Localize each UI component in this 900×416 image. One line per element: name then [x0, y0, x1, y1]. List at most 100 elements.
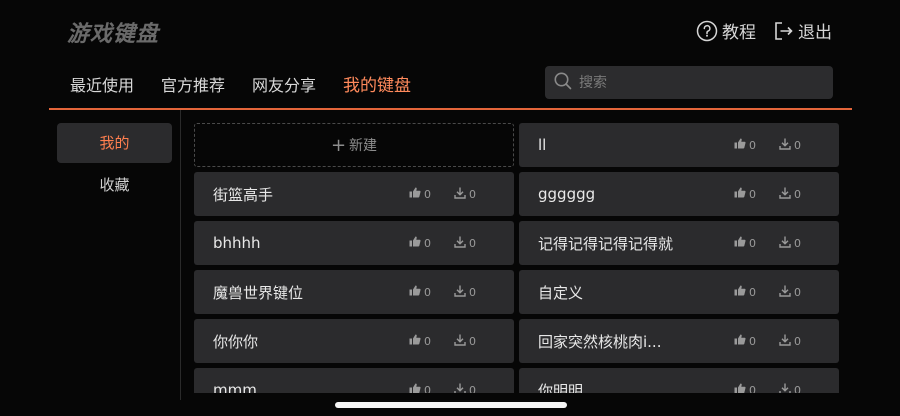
like-stat[interactable]: 0 — [734, 236, 756, 250]
keyboard-name: gggggg — [538, 185, 596, 203]
like-stat[interactable]: 0 — [734, 334, 756, 348]
like-count: 0 — [749, 334, 756, 348]
like-count: 0 — [424, 285, 431, 299]
like-count: 0 — [424, 236, 431, 250]
search-box — [545, 66, 833, 99]
download-count: 0 — [469, 334, 476, 348]
download-count: 0 — [794, 138, 801, 152]
help-circle-icon — [696, 20, 718, 42]
keyboard-name: bhhhh — [213, 234, 261, 252]
thumbs-up-icon — [734, 383, 746, 393]
home-indicator — [335, 402, 567, 408]
tutorial-button[interactable]: 教程 — [696, 18, 756, 43]
keyboard-card[interactable]: 记得记得记得记得就 0 0 — [519, 221, 839, 265]
thumbs-up-icon — [409, 383, 421, 393]
like-count: 0 — [749, 187, 756, 201]
download-stat[interactable]: 0 — [779, 236, 801, 251]
download-icon — [779, 285, 791, 300]
new-keyboard-label: 新建 — [349, 138, 378, 154]
sidebar-divider — [180, 110, 181, 400]
header-divider — [49, 108, 852, 110]
logout-button[interactable]: 退出 — [772, 18, 832, 43]
like-count: 0 — [424, 187, 431, 201]
download-icon — [454, 187, 466, 202]
keyboard-card[interactable]: 自定义 0 0 — [519, 270, 839, 314]
app-logo-title: 游戏键盘 — [67, 22, 160, 47]
download-stat[interactable]: 0 — [779, 138, 801, 153]
like-stat[interactable]: 0 — [409, 236, 431, 250]
keyboard-name: 自定义 — [538, 283, 584, 302]
download-count: 0 — [469, 383, 476, 394]
download-stat[interactable]: 0 — [454, 236, 476, 251]
keyboard-card[interactable]: 回家突然核桃肉i... 0 0 — [519, 319, 839, 363]
like-stat[interactable]: 0 — [734, 383, 756, 393]
download-count: 0 — [469, 285, 476, 299]
download-icon — [779, 187, 791, 202]
download-icon — [779, 334, 791, 349]
tab-official[interactable]: 官方推荐 — [161, 72, 225, 96]
keyboard-card[interactable]: 魔兽世界键位 0 0 — [194, 270, 514, 314]
download-icon — [779, 138, 791, 153]
download-count: 0 — [794, 334, 801, 348]
tab-my-keyboards[interactable]: 我的键盘 — [343, 71, 411, 96]
thumbs-up-icon — [409, 236, 421, 250]
new-keyboard-button[interactable]: + 新建 — [194, 123, 514, 167]
thumbs-up-icon — [734, 285, 746, 299]
thumbs-up-icon — [409, 187, 421, 201]
like-count: 0 — [749, 236, 756, 250]
keyboard-card[interactable]: 你明明 0 0 — [519, 368, 839, 393]
like-stat[interactable]: 0 — [409, 383, 431, 393]
keyboard-card[interactable]: gggggg 0 0 — [519, 172, 839, 216]
like-count: 0 — [424, 334, 431, 348]
logout-icon — [772, 20, 794, 42]
sidebar-item-mine[interactable]: 我的 — [57, 123, 172, 163]
thumbs-up-icon — [734, 138, 746, 152]
download-count: 0 — [794, 383, 801, 394]
tab-recent[interactable]: 最近使用 — [70, 72, 134, 96]
download-stat[interactable]: 0 — [779, 187, 801, 202]
keyboard-name: ll — [538, 136, 547, 154]
download-count: 0 — [469, 187, 476, 201]
download-count: 0 — [794, 285, 801, 299]
tab-shared[interactable]: 网友分享 — [252, 72, 316, 96]
sidebar: 我的 收藏 — [57, 123, 172, 207]
keyboard-name: 魔兽世界键位 — [213, 283, 304, 302]
download-count: 0 — [469, 236, 476, 250]
keyboard-card[interactable]: 你你你 0 0 — [194, 319, 514, 363]
download-stat[interactable]: 0 — [454, 187, 476, 202]
like-stat[interactable]: 0 — [734, 187, 756, 201]
tutorial-label: 教程 — [722, 23, 756, 43]
download-stat[interactable]: 0 — [779, 383, 801, 394]
download-icon — [454, 383, 466, 393]
keyboard-card[interactable]: mmm 0 0 — [194, 368, 514, 393]
search-icon — [545, 71, 573, 95]
download-stat[interactable]: 0 — [779, 334, 801, 349]
download-icon — [454, 285, 466, 300]
download-stat[interactable]: 0 — [454, 334, 476, 349]
thumbs-up-icon — [734, 187, 746, 201]
download-stat[interactable]: 0 — [454, 383, 476, 394]
keyboard-card[interactable]: ll 0 0 — [519, 123, 839, 167]
header-actions: 教程 退出 — [696, 18, 832, 43]
thumbs-up-icon — [409, 334, 421, 348]
keyboard-name: 街篮高手 — [213, 185, 274, 204]
download-icon — [779, 236, 791, 251]
like-count: 0 — [424, 383, 431, 394]
keyboard-grid: + 新建 ll 0 0 街篮高手 0 0 gggggg 0 0 bhhhh 0 0 记得记得记得记得就 0… — [194, 123, 839, 393]
like-stat[interactable]: 0 — [734, 285, 756, 299]
download-stat[interactable]: 0 — [454, 285, 476, 300]
like-count: 0 — [749, 383, 756, 394]
search-input[interactable] — [577, 73, 821, 92]
keyboard-name: 你你你 — [213, 332, 259, 351]
sidebar-item-favorites[interactable]: 收藏 — [57, 165, 172, 205]
like-stat[interactable]: 0 — [734, 138, 756, 152]
like-stat[interactable]: 0 — [409, 334, 431, 348]
download-icon — [779, 383, 791, 393]
thumbs-up-icon — [734, 236, 746, 250]
download-count: 0 — [794, 236, 801, 250]
like-stat[interactable]: 0 — [409, 187, 431, 201]
like-stat[interactable]: 0 — [409, 285, 431, 299]
keyboard-card[interactable]: bhhhh 0 0 — [194, 221, 514, 265]
download-stat[interactable]: 0 — [779, 285, 801, 300]
keyboard-card[interactable]: 街篮高手 0 0 — [194, 172, 514, 216]
